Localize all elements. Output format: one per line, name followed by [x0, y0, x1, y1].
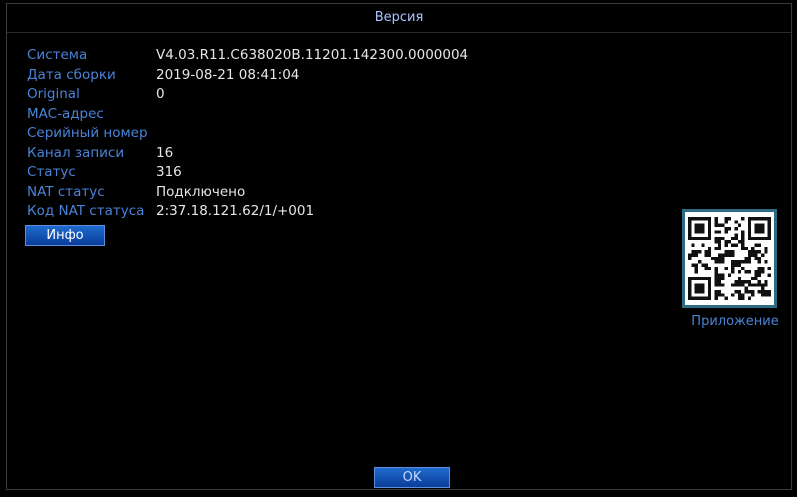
- info-label: Статус: [27, 164, 76, 180]
- info-label: Канал записи: [27, 144, 125, 161]
- info-label: Original: [27, 86, 80, 102]
- qr-code-label: Приложение: [691, 314, 779, 329]
- info-label: Дата сборки: [27, 66, 116, 83]
- info-value: 16: [156, 144, 174, 161]
- info-value: V4.03.R11.C638020B.11201.142300.0000004: [156, 47, 469, 63]
- info-value: 316: [156, 164, 182, 180]
- dialog-title: Версия: [374, 10, 424, 25]
- info-label: Код NAT статуса: [27, 203, 145, 219]
- info-label: NAT статус: [27, 183, 105, 200]
- info-label: MAC-адрес: [27, 105, 104, 122]
- info-value: Подключено: [156, 183, 246, 200]
- info-value: 2019-08-21 08:41:04: [156, 66, 300, 83]
- info-value: 0: [156, 86, 165, 102]
- info-value: 2:37.18.121.62/1/+001: [156, 203, 315, 219]
- info-button[interactable]: Инфо: [25, 225, 105, 246]
- qr-code-icon: [688, 217, 771, 300]
- info-label: Серийный номер: [27, 125, 148, 141]
- version-dialog: Версия Система V4.03.R11.C638020B.11201.…: [6, 3, 792, 490]
- info-label: Система: [27, 47, 88, 63]
- title-bar: Версия: [7, 4, 791, 33]
- app-qr-code: [682, 209, 777, 308]
- ok-button[interactable]: OK: [374, 467, 450, 488]
